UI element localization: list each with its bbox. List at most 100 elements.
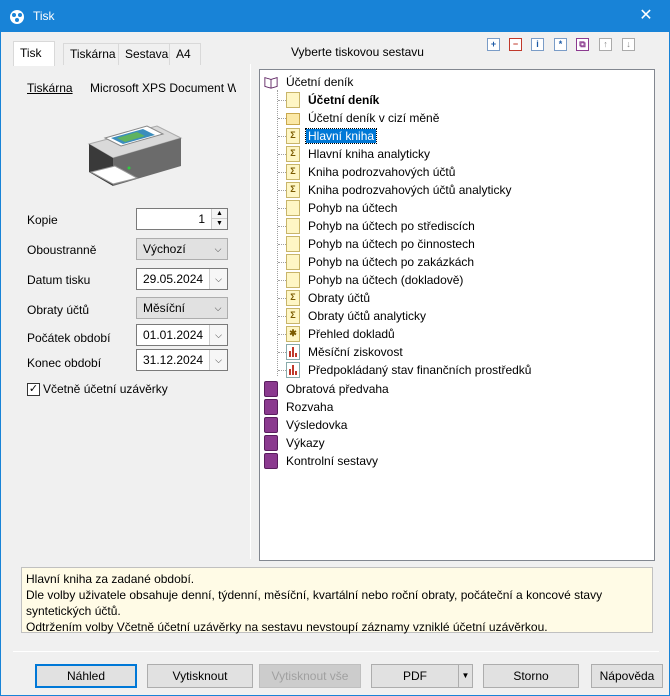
tree-connector [278,208,286,209]
include-closing-checkbox[interactable]: ✓ [27,383,40,396]
close-button[interactable]: ✕ [623,1,669,32]
document-icon [286,92,300,108]
title-bar[interactable]: Tisk ✕ [1,1,669,32]
tree-connector [278,334,286,335]
duplex-value: Výchozí [143,242,186,256]
pdf-label: PDF [403,669,427,683]
chevron-down-icon[interactable]: ⌵ [209,350,227,370]
document-icon [286,236,300,252]
printer-name: Microsoft XPS Document Writer [90,81,236,95]
period-end-field[interactable]: 31.12.2024 ⌵ [136,349,228,371]
add-icon[interactable]: + [487,38,500,51]
help-button[interactable]: Nápověda [591,664,663,688]
description-line: Dle volby uživatele obsahuje denní, týde… [26,588,603,618]
tree-label: Hlavní kniha [304,128,378,144]
turnover-select[interactable]: Měsíční ⌵ [136,297,228,319]
tree-label: Kniha podrozvahových účtů analyticky [308,183,512,197]
print-date-value: 29.05.2024 [143,272,204,286]
remove-icon[interactable]: − [509,38,522,51]
sum-report-icon: Σ [286,128,300,144]
cancel-button[interactable]: Storno [483,664,579,688]
pdf-button[interactable]: PDF ▼ [371,664,473,688]
tree-connector [278,280,286,281]
tab-tiskarna[interactable]: Tiskárna [63,43,119,65]
obraty-label: Obraty účtů [27,303,90,317]
copies-value: 1 [198,212,205,226]
tree-label: Pohyb na účtech po střediscích [308,219,475,233]
tree-label: Hlavní kniha analyticky [308,147,431,161]
tab-a4[interactable]: A4 [169,43,201,65]
copies-stepper[interactable]: 1 ▲ ▼ [136,208,228,230]
period-start-field[interactable]: 01.01.2024 ⌵ [136,324,228,346]
tree-label: Obratová předvaha [286,382,389,396]
tree-label: Pohyb na účtech po činnostech [308,237,475,251]
turnover-value: Měsíční [143,301,186,315]
sum-report-icon: Σ [286,308,300,324]
tree-label: Předpokládaný stav finančních prostředků [308,363,532,377]
tree-connector [278,262,286,263]
tree-connector [278,118,286,119]
book-icon [264,417,278,433]
tree-label: Výsledovka [286,418,348,432]
print-date-field[interactable]: 29.05.2024 ⌵ [136,268,228,290]
open-book-icon [264,77,278,89]
sum-report-icon: Σ [286,164,300,180]
tree-label: Účetní deník v cizí měně [308,111,440,125]
move-up-icon[interactable]: ↑ [599,38,612,51]
chevron-down-icon[interactable]: ▼ [458,665,472,687]
description-line: Hlavní kniha za zadané období. [26,572,195,586]
tree-label: Účetní deník [308,93,380,107]
tree-connector [278,244,286,245]
book-icon [264,435,278,451]
oboustranne-label: Oboustranně [27,243,97,257]
period-start-value: 01.01.2024 [143,328,204,342]
tab-tisk[interactable]: Tisk [13,41,55,66]
book-icon [264,399,278,415]
pocatek-label: Počátek období [27,331,111,345]
document-icon [286,200,300,216]
chevron-down-icon[interactable]: ⌵ [209,269,227,289]
spin-buttons[interactable]: ▲ ▼ [211,209,227,229]
star-report-icon: ✱ [286,326,300,342]
print-dialog: Tisk ✕ Tisk Tiskárna Sestava A4 Tiskárna… [0,0,670,696]
chart-report-icon [286,344,300,360]
report-tree[interactable]: Účetní deník Účetní deník Účetní deník v … [259,69,655,561]
book-icon [264,381,278,397]
sum-report-icon: Σ [286,290,300,306]
tree-label: Pohyb na účtech [308,201,398,215]
tree-label: Přehled dokladů [308,327,395,341]
tree-connector [278,316,286,317]
konec-label: Konec období [27,356,102,370]
move-down-icon[interactable]: ↓ [622,38,635,51]
tree-label: Pohyb na účtech po zakázkách [308,255,475,269]
printer-label[interactable]: Tiskárna [27,81,73,95]
star-icon[interactable]: * [554,38,567,51]
copy-icon[interactable]: ⧉ [576,38,589,51]
tree-label: Pohyb na účtech (dokladově) [308,273,464,287]
tree-connector [278,298,286,299]
duplex-select[interactable]: Výchozí ⌵ [136,238,228,260]
tree-label: Měsíční ziskovost [308,345,403,359]
document-icon [286,254,300,270]
book-icon [264,453,278,469]
document-icon [286,272,300,288]
info-icon[interactable]: i [531,38,544,51]
tree-label: Výkazy [286,436,325,450]
document-icon [286,218,300,234]
chart-report-icon [286,362,300,378]
chevron-down-icon: ⌵ [214,244,222,254]
tree-connector [278,226,286,227]
include-closing-label[interactable]: Včetně účetní uzávěrky [43,382,168,396]
tree-label: Kniha podrozvahových účtů [308,165,456,179]
window-title: Tisk [33,9,55,23]
tree-label: Rozvaha [286,400,334,414]
tree-connector [278,370,286,371]
print-all-button[interactable]: Vytisknout vše [259,664,361,688]
preview-button[interactable]: Náhled [35,664,137,688]
kopie-label: Kopie [27,213,58,227]
tab-sestava[interactable]: Sestava [118,43,170,65]
tree-connector [278,100,286,101]
print-button[interactable]: Vytisknout [147,664,253,688]
chevron-down-icon[interactable]: ⌵ [209,325,227,345]
tree-label: Obraty účtů analyticky [308,309,427,323]
